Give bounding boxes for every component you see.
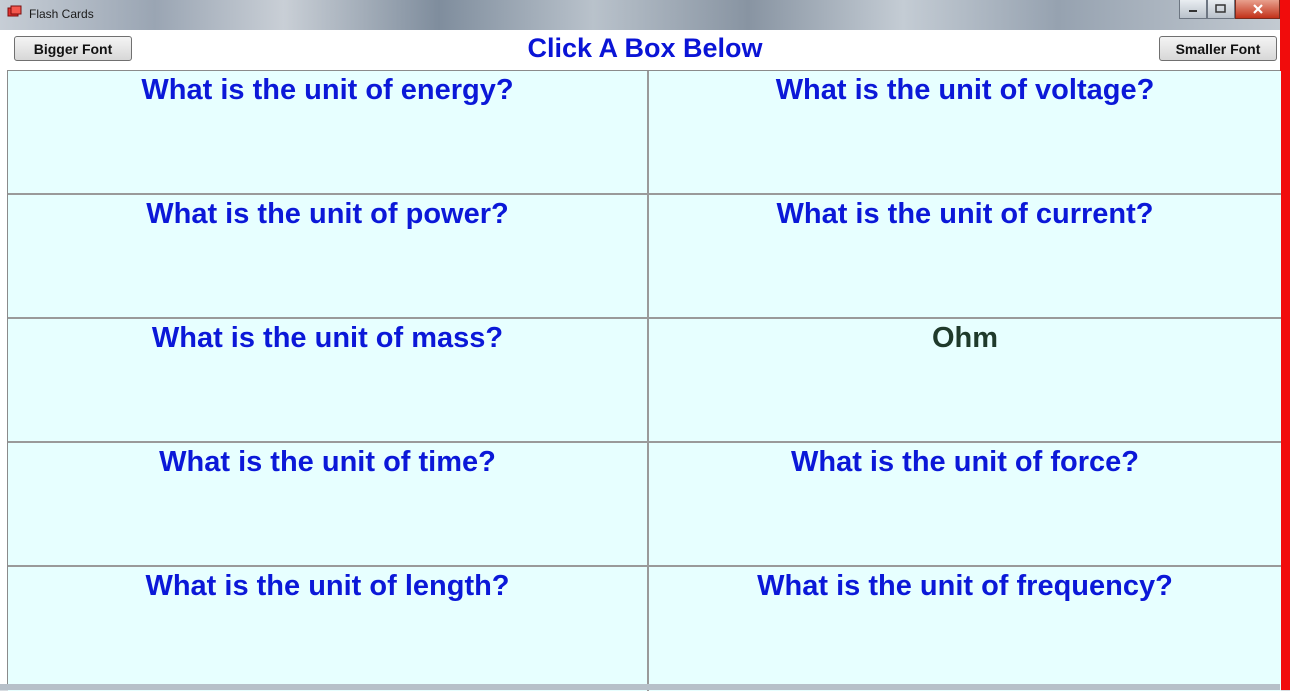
flash-card-current[interactable]: What is the unit of current? — [649, 195, 1281, 319]
window-right-border — [1280, 0, 1290, 690]
minimize-button[interactable] — [1179, 0, 1207, 19]
window-title: Flash Cards — [29, 7, 94, 21]
close-button[interactable] — [1235, 0, 1280, 19]
flash-card-time[interactable]: What is the unit of time? — [8, 443, 649, 567]
toolbar-header: Bigger Font Click A Box Below Smaller Fo… — [0, 30, 1280, 68]
close-icon — [1252, 4, 1263, 14]
smaller-font-button[interactable]: Smaller Font — [1159, 36, 1277, 61]
flash-card-length[interactable]: What is the unit of length? — [8, 567, 649, 691]
minimize-icon — [1189, 10, 1197, 12]
maximize-button[interactable] — [1207, 0, 1235, 19]
flash-card-grid: What is the unit of energy? What is the … — [7, 70, 1281, 691]
app-icon — [7, 4, 23, 20]
app-client-area: Bigger Font Click A Box Below Smaller Fo… — [0, 30, 1281, 691]
flash-card-voltage[interactable]: What is the unit of voltage? — [649, 71, 1281, 195]
page-title: Click A Box Below — [527, 33, 763, 63]
taskbar-strip — [0, 684, 1280, 690]
flash-card-mass[interactable]: What is the unit of mass? — [8, 319, 649, 443]
window-titlebar: Flash Cards — [0, 0, 1290, 31]
window-controls — [1179, 0, 1280, 20]
maximize-icon — [1215, 4, 1226, 13]
flash-card-answer[interactable]: Ohm — [649, 319, 1281, 443]
flash-card-energy[interactable]: What is the unit of energy? — [8, 71, 649, 195]
flash-card-force[interactable]: What is the unit of force? — [649, 443, 1281, 567]
flash-card-power[interactable]: What is the unit of power? — [8, 195, 649, 319]
flash-card-frequency[interactable]: What is the unit of frequency? — [649, 567, 1281, 691]
